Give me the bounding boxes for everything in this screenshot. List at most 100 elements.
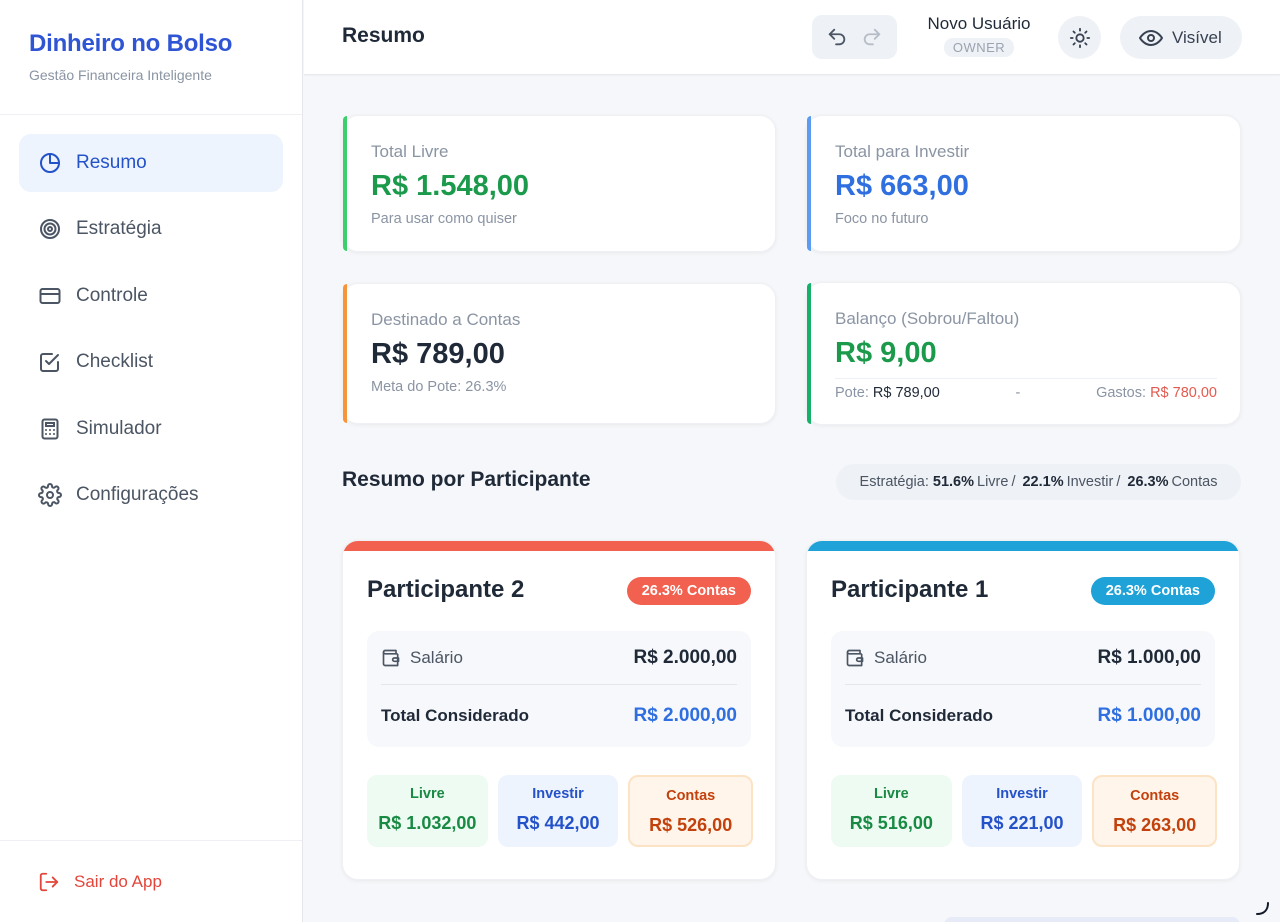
split-label: Contas [666,788,716,804]
check-square-icon [38,350,62,374]
card-label: Total para Investir [835,142,970,161]
split-livre: Livre R$ 1.032,00 [367,775,488,847]
income-value: R$ 1.000,00 [1097,646,1201,668]
resize-grip-icon [1256,902,1269,915]
total-row: Total Considerado R$ 2.000,00 [381,685,737,747]
sidebar-item-label: Checklist [76,351,154,373]
calculator-icon [38,417,62,441]
card-value: R$ 789,00 [371,338,505,370]
income-label-group: Salário [845,648,927,668]
card-accent [343,116,347,251]
pote-value: R$ 789,00 [872,385,940,401]
split-investir: Investir R$ 221,00 [961,775,1083,847]
invest-pct: 22.1% [1022,474,1064,490]
income-row: Salário R$ 2.000,00 [381,631,737,685]
card-value: R$ 9,00 [835,337,937,369]
invest-word: Investir [1066,474,1114,490]
income-label: Salário [874,647,927,667]
split-value: R$ 263,00 [1113,815,1197,835]
card-note: Para usar como quiser [371,211,517,227]
redo-button[interactable] [858,23,886,51]
visibility-toggle-button[interactable]: Visível [1120,16,1242,59]
split-boxes: Livre R$ 516,00 Investir R$ 221,00 Conta… [831,775,1218,847]
participant-color-bar [807,541,1239,551]
total-livre-card: Total Livre R$ 1.548,00 Para usar como q… [342,115,776,252]
gastos-value: R$ 780,00 [1150,385,1217,401]
total-row: Total Considerado R$ 1.000,00 [845,685,1201,747]
sidebar-item-label: Simulador [76,417,162,439]
split-label: Investir [532,786,584,802]
theme-toggle-button[interactable] [1058,16,1101,59]
income-value: R$ 2.000,00 [633,646,737,668]
split-label: Investir [996,786,1048,802]
sun-icon [1069,27,1090,48]
split-label: Contas [1130,788,1180,804]
split-value: R$ 526,00 [649,815,733,835]
sidebar: Dinheiro no Bolso Gestão Financeira Inte… [0,0,303,922]
split-value: R$ 442,00 [516,813,600,833]
sidebar-item-controle[interactable]: Controle [19,267,283,325]
logout-icon [39,872,59,891]
logout-button[interactable]: Sair do App [0,840,302,922]
card-label: Total Livre [371,142,449,161]
destinado-contas-card: Destinado a Contas R$ 789,00 Meta do Pot… [342,283,776,424]
wallet-icon [846,649,864,666]
income-row: Salário R$ 1.000,00 [845,631,1201,685]
sidebar-item-resumo[interactable]: Resumo [19,134,283,192]
gastos-label: Gastos: [1096,385,1147,401]
split-boxes: Livre R$ 1.032,00 Investir R$ 442,00 Con… [367,775,754,847]
total-value: R$ 2.000,00 [633,705,737,726]
split-contas: Contas R$ 526,00 [628,775,754,847]
total-value: R$ 1.000,00 [1097,705,1201,726]
income-box: Salário R$ 1.000,00 Total Considerado R$… [831,631,1215,747]
total-investir-card: Total para Investir R$ 663,00 Foco no fu… [806,115,1241,252]
brand: Dinheiro no Bolso Gestão Financeira Inte… [0,0,302,115]
card-note: Meta do Pote: 26.3% [371,379,507,395]
participant-name: Participante 2 [367,576,525,603]
participant-card: Participante 2 26.3% Contas Salário R$ 2… [342,540,776,880]
participant-card: Participante 1 26.3% Contas Salário R$ 1… [806,540,1240,880]
credit-card-icon [38,284,62,308]
card-value: R$ 663,00 [835,170,969,202]
gear-icon [38,482,62,507]
sidebar-item-checklist[interactable]: Checklist [19,333,283,391]
sidebar-item-simulador[interactable]: Simulador [19,400,283,458]
brand-subtitle: Gestão Financeira Inteligente [29,67,212,83]
slash: / [1116,474,1121,490]
split-value: R$ 221,00 [980,813,1064,833]
section-title: Resumo por Participante [342,468,591,491]
sidebar-item-label: Resumo [76,152,147,173]
income-box: Salário R$ 2.000,00 Total Considerado R$… [367,631,751,747]
pie-chart-icon [38,151,62,175]
brand-title: Dinheiro no Bolso [29,30,233,57]
wallet-icon [382,649,400,666]
participant-name: Participante 1 [831,576,989,603]
redo-icon [863,28,880,46]
pote-label: Pote: [835,385,869,401]
livre-word: Livre [977,474,1009,490]
contas-pct: 26.3% [1127,474,1169,490]
logout-label: Sair do App [74,871,162,891]
contas-word: Contas [1171,474,1218,490]
user-name: Novo Usuário [927,14,1031,33]
slash: / [1011,474,1016,490]
top-header: Resumo Novo Usuário OWNER Visível [304,0,1280,75]
sidebar-item-configuracoes[interactable]: Configurações [19,466,283,524]
pote-group: Pote: R$ 789,00 [835,385,940,401]
undo-button[interactable] [823,23,851,51]
strategy-summary-pill: Estratégia: 51.6% Livre / 22.1% Investir… [836,464,1241,500]
strategy-prefix: Estratégia: [859,474,929,490]
participant-badge: 26.3% Contas [1090,577,1215,605]
next-section-peek [944,917,1240,922]
card-note: Foco no futuro [835,211,929,227]
sidebar-item-estrategia[interactable]: Estratégia [19,200,283,258]
split-livre: Livre R$ 516,00 [831,775,952,847]
sidebar-nav: Resumo Estratégia Controle Checklist Sim… [0,115,302,524]
income-label: Salário [410,647,463,667]
participant-color-bar [343,541,775,551]
balance-separator: - [1015,385,1021,401]
undo-redo-group [812,15,897,59]
card-accent [807,116,811,251]
sidebar-item-label: Estratégia [76,218,162,240]
balanco-card: Balanço (Sobrou/Faltou) R$ 9,00 Pote: R$… [806,282,1241,425]
